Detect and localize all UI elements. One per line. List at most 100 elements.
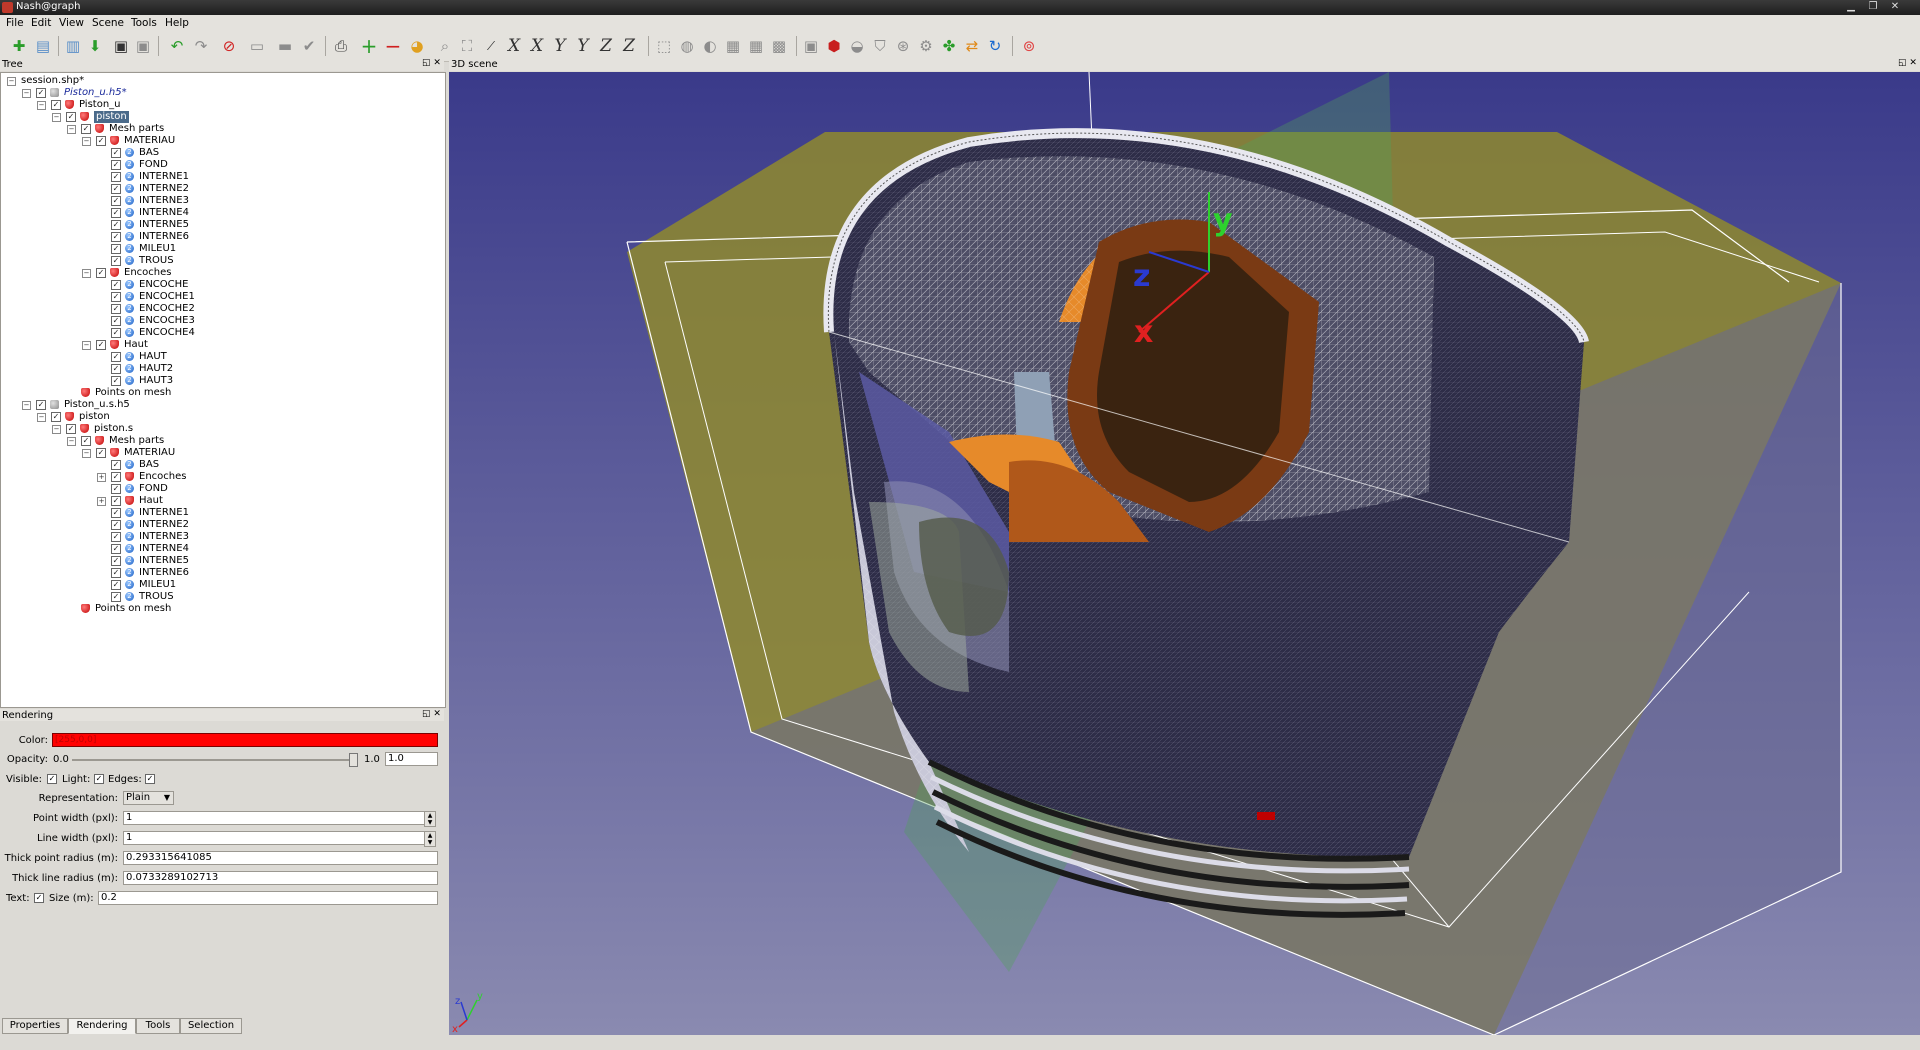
tree-row[interactable]: ✓ 2 HAUT3: [1, 375, 445, 387]
tree-checkbox[interactable]: ✓: [111, 520, 121, 530]
visible-checkbox[interactable]: ✓: [47, 774, 57, 784]
collapse-icon[interactable]: −: [82, 341, 91, 350]
tree-checkbox[interactable]: ✓: [111, 460, 121, 470]
point-width-spinner[interactable]: ▲ ▼: [424, 811, 436, 827]
expand-icon[interactable]: +: [97, 497, 106, 506]
tree-row[interactable]: − ✓ MATERIAU: [1, 447, 445, 459]
view-x-icon[interactable]: X: [503, 35, 525, 57]
tree-row[interactable]: ✓ 2 ENCOCHE1: [1, 291, 445, 303]
tree-row[interactable]: ✓ 2 BAS: [1, 147, 445, 159]
color-palette-icon[interactable]: ◕: [406, 35, 428, 57]
redo-icon[interactable]: ↷: [190, 35, 212, 57]
undo-icon[interactable]: ↶: [166, 35, 188, 57]
tree-row[interactable]: − ✓ piston: [1, 111, 445, 123]
collapse-icon[interactable]: −: [37, 413, 46, 422]
collapse-icon[interactable]: −: [7, 77, 16, 86]
collapse-icon[interactable]: −: [52, 425, 61, 434]
tree-checkbox[interactable]: ✓: [111, 328, 121, 338]
exchange-icon[interactable]: ⇄: [961, 35, 983, 57]
tree-row[interactable]: ✓ 2 ENCOCHE: [1, 279, 445, 291]
tree-row[interactable]: + ✓ Haut: [1, 495, 445, 507]
view-z-minus-icon[interactable]: Z: [618, 35, 640, 57]
menu-help[interactable]: Help: [165, 17, 189, 29]
tree-row[interactable]: − ✓ MATERIAU: [1, 135, 445, 147]
tree-checkbox[interactable]: ✓: [111, 568, 121, 578]
close-window-button[interactable]: ✕: [1888, 1, 1902, 13]
add-icon[interactable]: +: [358, 35, 380, 57]
tree-checkbox[interactable]: ✓: [96, 136, 106, 146]
tree-row[interactable]: ✓ 2 FOND: [1, 483, 445, 495]
help-lifebuoy-icon[interactable]: ⊚: [1018, 35, 1040, 57]
node-icon[interactable]: ⊛: [892, 35, 914, 57]
tree-row[interactable]: ✓ 2 BAS: [1, 459, 445, 471]
tab-tools[interactable]: Tools: [136, 1018, 180, 1034]
tree-checkbox[interactable]: ✓: [111, 280, 121, 290]
tree-row[interactable]: ✓ 2 ENCOCHE4: [1, 327, 445, 339]
minimize-button[interactable]: ▁: [1844, 1, 1858, 13]
tree-panel-controls[interactable]: ◱ ✕: [422, 58, 441, 68]
remove-icon[interactable]: −: [382, 35, 404, 57]
opacity-slider-handle[interactable]: [349, 753, 358, 767]
collapse-icon[interactable]: −: [82, 269, 91, 278]
rectangle-icon[interactable]: ▭: [246, 35, 268, 57]
thick-line-radius-field[interactable]: 0.0733289102713: [123, 871, 438, 885]
sphere-icon[interactable]: ◍: [676, 35, 698, 57]
tree-checkbox[interactable]: ✓: [111, 160, 121, 170]
tree-row[interactable]: ✓ 2 TROUS: [1, 591, 445, 603]
tree-checkbox[interactable]: ✓: [111, 592, 121, 602]
grid-small-icon[interactable]: ▦: [722, 35, 744, 57]
tree-row[interactable]: ✓ 2 INTERNE1: [1, 507, 445, 519]
shield-icon[interactable]: ⛉: [869, 35, 891, 57]
tree-row[interactable]: ✓ 2 INTERNE4: [1, 207, 445, 219]
tree-row[interactable]: ✓ 2 INTERNE2: [1, 519, 445, 531]
tree-checkbox[interactable]: ✓: [111, 172, 121, 182]
tree-row[interactable]: ✓ 2 TROUS: [1, 255, 445, 267]
reset-view-icon[interactable]: ↻: [984, 35, 1006, 57]
tree-row[interactable]: + ✓ Encoches: [1, 471, 445, 483]
tree-row[interactable]: ✓ 2 HAUT: [1, 351, 445, 363]
tree-checkbox[interactable]: ✓: [111, 316, 121, 326]
tree-checkbox[interactable]: ✓: [111, 580, 121, 590]
tree-checkbox[interactable]: ✓: [111, 556, 121, 566]
menu-tools[interactable]: Tools: [131, 17, 157, 29]
view-y-icon[interactable]: Y: [549, 35, 571, 57]
view-x-minus-icon[interactable]: X: [526, 35, 548, 57]
expand-icon[interactable]: +: [97, 473, 106, 482]
tree-row[interactable]: − ✓ Encoches: [1, 267, 445, 279]
bounding-box-icon[interactable]: ⬚: [653, 35, 675, 57]
tree-row[interactable]: ✓ 2 INTERNE1: [1, 171, 445, 183]
zoom-icon[interactable]: ⌕: [434, 35, 456, 57]
tree-checkbox[interactable]: ✓: [96, 448, 106, 458]
tree-checkbox[interactable]: ✓: [81, 124, 91, 134]
size-field[interactable]: 0.2: [98, 891, 438, 905]
collapse-icon[interactable]: −: [52, 113, 61, 122]
tree-checkbox[interactable]: ✓: [96, 340, 106, 350]
printer-icon[interactable]: ⎙: [330, 35, 352, 57]
check-icon[interactable]: ✔: [298, 35, 320, 57]
collapse-icon[interactable]: −: [82, 137, 91, 146]
tree-checkbox[interactable]: ✓: [36, 400, 46, 410]
point-width-field[interactable]: 1: [123, 811, 428, 825]
tree-row[interactable]: − ✓ Piston_u.h5*: [1, 87, 445, 99]
tree-checkbox[interactable]: ✓: [51, 100, 61, 110]
new-session-icon[interactable]: ✚: [8, 35, 30, 57]
thick-point-radius-field[interactable]: 0.293315641085: [123, 851, 438, 865]
open-file-icon[interactable]: ▥: [62, 35, 84, 57]
puzzle-icon[interactable]: ✤: [938, 35, 960, 57]
opacity-value-field[interactable]: 1.0: [385, 752, 438, 766]
tree-checkbox[interactable]: ✓: [111, 148, 121, 158]
tree-checkbox[interactable]: ✓: [111, 196, 121, 206]
scene-canvas[interactable]: y x z y x z: [449, 71, 1920, 1036]
rendering-panel-controls[interactable]: ◱ ✕: [422, 709, 441, 719]
tree-row[interactable]: − ✓ Piston_u.s.h5: [1, 399, 445, 411]
tree-checkbox[interactable]: ✓: [111, 544, 121, 554]
tree-row[interactable]: − session.shp*: [1, 75, 445, 87]
tree-row[interactable]: − ✓ Haut: [1, 339, 445, 351]
tab-properties[interactable]: Properties: [2, 1018, 68, 1034]
text-checkbox[interactable]: ✓: [34, 893, 44, 903]
tree-row[interactable]: ✓ 2 INTERNE6: [1, 567, 445, 579]
tree-row[interactable]: − ✓ Piston_u: [1, 99, 445, 111]
tree-row[interactable]: − ✓ piston.s: [1, 423, 445, 435]
tree-row[interactable]: ✓ 2 INTERNE3: [1, 531, 445, 543]
tree-checkbox[interactable]: ✓: [111, 376, 121, 386]
